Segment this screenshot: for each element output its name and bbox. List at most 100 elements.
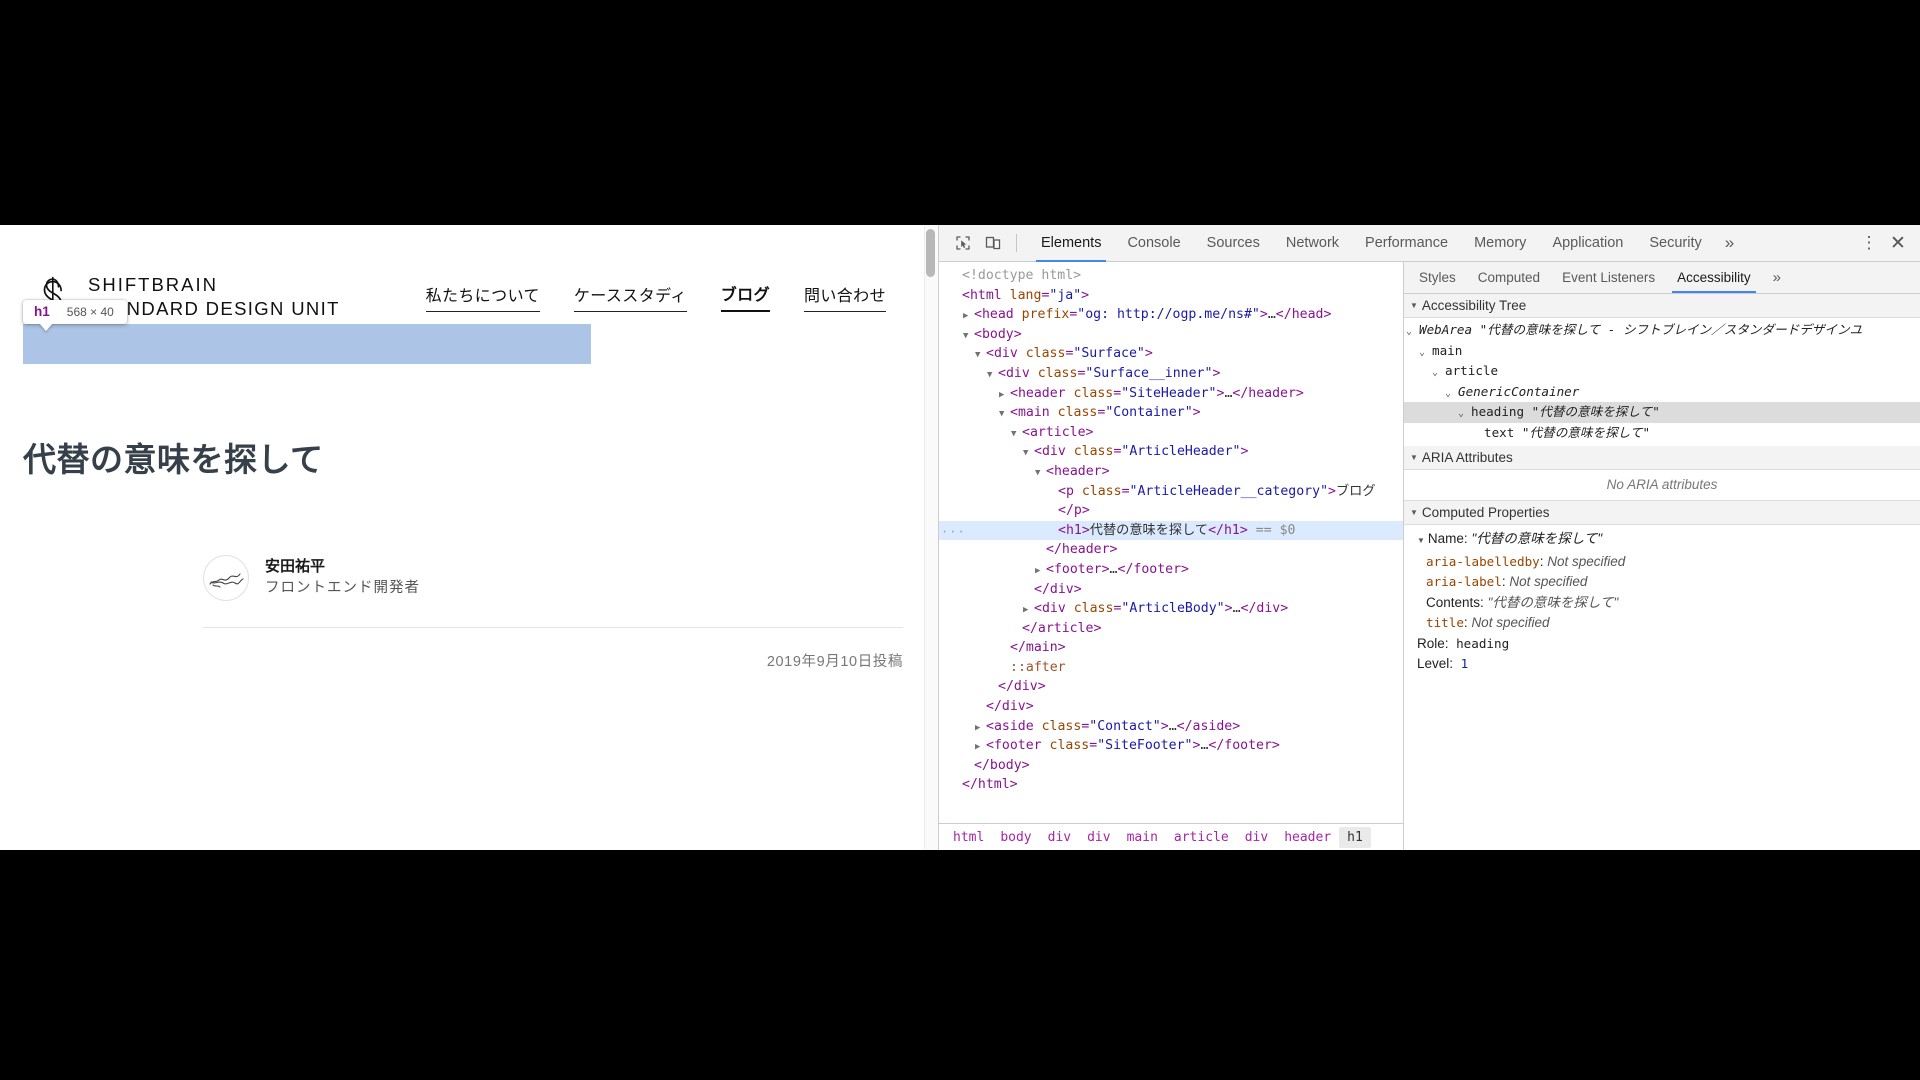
accessibility-tree-title: Accessibility Tree <box>1421 298 1527 313</box>
breadcrumb-item-h1[interactable]: h1 <box>1339 826 1371 848</box>
dom-tree-row[interactable]: <div class="Surface"> <box>939 344 1403 364</box>
dom-tree-row[interactable]: <div class="Surface__inner"> <box>939 364 1403 384</box>
dom-token-punct: > <box>1295 385 1304 401</box>
devtools-more-tabs-icon[interactable]: » <box>1715 225 1744 262</box>
dom-token-tag: h1 <box>1223 522 1240 538</box>
a11y-row[interactable]: text "代替の意味を探して" <box>1404 423 1920 444</box>
dom-token-val: "Surface__inner" <box>1085 365 1213 381</box>
collapse-triangle-icon: ▼ <box>1410 453 1418 462</box>
dom-tree-row[interactable]: <header> <box>939 462 1403 482</box>
chevron-down-icon[interactable]: ⌄ <box>1419 343 1432 364</box>
nav-item-2[interactable]: ブログ <box>720 281 770 312</box>
dom-token-punct: < <box>1022 424 1030 440</box>
devtools-tab-memory[interactable]: Memory <box>1461 225 1539 262</box>
breadcrumb-item-body[interactable]: body <box>992 827 1039 848</box>
sidebar-tab-computed[interactable]: Computed <box>1467 262 1551 293</box>
dom-token-punct: > <box>1009 777 1018 793</box>
dom-token-punct: < <box>1034 601 1042 617</box>
dom-token-punct: > <box>1101 561 1110 577</box>
a11y-role: text <box>1484 424 1515 440</box>
dom-tree-row[interactable]: </div> <box>939 580 1403 600</box>
computed-name-row[interactable]: ▼ Name: "代替の意味を探して" <box>1404 529 1920 552</box>
close-icon[interactable]: ✕ <box>1884 230 1912 256</box>
computed-properties-header[interactable]: ▼ Computed Properties <box>1404 501 1920 525</box>
breadcrumb-item-div[interactable]: div <box>1040 827 1079 848</box>
a11y-row[interactable]: ⌄ article <box>1404 361 1920 382</box>
avatar <box>203 554 249 601</box>
dom-tree-row[interactable]: </header> <box>939 540 1403 560</box>
dom-token-tag: div <box>1041 444 1066 460</box>
chevron-down-icon[interactable]: ⌄ <box>1432 363 1445 384</box>
devtools-tab-console[interactable]: Console <box>1114 225 1193 262</box>
breadcrumb-item-div[interactable]: div <box>1079 827 1118 848</box>
dom-tree-row[interactable]: </div> <box>939 697 1403 717</box>
page-scrollbar[interactable] <box>924 225 938 850</box>
devtools-tab-security[interactable]: Security <box>1636 225 1714 262</box>
accessibility-tree-header[interactable]: ▼ Accessibility Tree <box>1404 294 1920 318</box>
devtools-tab-application[interactable]: Application <box>1539 225 1636 262</box>
dom-tree-row[interactable]: </main> <box>939 638 1403 658</box>
devtools-tab-elements[interactable]: Elements <box>1028 225 1114 262</box>
computed-level-label: Level: <box>1417 656 1454 671</box>
breadcrumb-item-div[interactable]: div <box>1237 827 1276 848</box>
dom-tree-row[interactable]: <div class="ArticleHeader"> <box>939 442 1403 462</box>
dom-token-attr: class <box>1041 718 1082 734</box>
sidebar-tab-accessibility[interactable]: Accessibility <box>1666 262 1762 293</box>
chevron-down-icon[interactable]: ⌄ <box>1458 404 1471 425</box>
dom-tree-row[interactable]: <div class="ArticleBody">…</div> <box>939 599 1403 619</box>
nav-item-1[interactable]: ケーススタディ <box>573 282 687 312</box>
a11y-row[interactable]: ⌄ WebArea "代替の意味を探して - シフトブレイン／スタンダードデザイン… <box>1404 320 1920 341</box>
dom-tree-row[interactable]: <head prefix="og: http://ogp.me/ns#">…</… <box>939 305 1403 325</box>
chevron-down-icon[interactable]: ⌄ <box>1406 322 1419 343</box>
device-toolbar-icon[interactable] <box>979 230 1007 256</box>
key-value-separator: : <box>1480 594 1488 610</box>
dom-tree-row[interactable]: </p> <box>939 501 1403 521</box>
sidebar-more-tabs-icon[interactable]: » <box>1762 262 1792 293</box>
dom-token-punct: > <box>1181 561 1189 577</box>
dom-tree-row[interactable]: </div> <box>939 677 1403 697</box>
breadcrumb-item-main[interactable]: main <box>1119 827 1166 848</box>
sidebar-tab-event-listeners[interactable]: Event Listeners <box>1551 262 1666 293</box>
nav-item-3[interactable]: 問い合わせ <box>803 282 886 312</box>
toolbar-right-actions: ⋮ ✕ <box>1856 230 1912 256</box>
dom-tree-row[interactable]: <!doctype html> <box>939 266 1403 286</box>
dom-tree-row[interactable]: <aside class="Contact">…</aside> <box>939 717 1403 737</box>
dom-tree-row[interactable]: <main class="Container"> <box>939 403 1403 423</box>
dom-tree-row[interactable]: <header class="SiteHeader">…</header> <box>939 384 1403 404</box>
inspect-element-icon[interactable] <box>949 230 977 256</box>
dom-tree-row[interactable]: </html> <box>939 775 1403 795</box>
devtools-tab-sources[interactable]: Sources <box>1194 225 1273 262</box>
a11y-row-selected[interactable]: ⌄ heading "代替の意味を探して" <box>1404 402 1920 423</box>
dom-tree-row[interactable]: <footer class="SiteFooter">…</footer> <box>939 736 1403 756</box>
dom-tree-row[interactable]: <body> <box>939 325 1403 345</box>
dom-tree-row[interactable]: <article> <box>939 423 1403 443</box>
dom-token-punct: < <box>986 718 994 734</box>
collapse-triangle-icon: ▼ <box>1410 508 1418 517</box>
computed-property-value: Not specified <box>1547 553 1626 569</box>
kebab-menu-icon[interactable]: ⋮ <box>1856 230 1882 256</box>
dom-tree-row[interactable]: ::after <box>939 658 1403 678</box>
collapse-triangle-icon[interactable]: ▼ <box>1417 536 1425 545</box>
dom-token-tag: article <box>1029 424 1086 440</box>
dom-tree-row[interactable]: </article> <box>939 619 1403 639</box>
screen-root: SHIFTBRAIN STANDARD DESIGN UNIT 私たちについてケ… <box>0 0 1920 1080</box>
aria-attributes-header[interactable]: ▼ ARIA Attributes <box>1404 446 1920 470</box>
breadcrumb-item-article[interactable]: article <box>1166 827 1237 848</box>
devtools-tab-network[interactable]: Network <box>1273 225 1352 262</box>
breadcrumb-item-header[interactable]: header <box>1276 827 1339 848</box>
dom-tree-row-selected[interactable]: ··· <h1>代替の意味を探して</h1> == $0 <box>939 520 1403 541</box>
a11y-row[interactable]: ⌄ GenericContainer <box>1404 382 1920 403</box>
dom-tree-row[interactable]: <footer>…</footer> <box>939 560 1403 580</box>
breadcrumb-item-html[interactable]: html <box>945 827 992 848</box>
page-scrollbar-thumb[interactable] <box>926 229 935 277</box>
dom-tree-row[interactable]: </body> <box>939 756 1403 776</box>
dom-tree-row[interactable]: <p class="ArticleHeader__category">ブログ <box>939 482 1403 502</box>
chevron-down-icon[interactable]: ⌄ <box>1445 384 1458 405</box>
a11y-row[interactable]: ⌄ main <box>1404 341 1920 362</box>
dom-token-punct: > <box>1160 718 1169 734</box>
dom-tree-row[interactable]: <html lang="ja"> <box>939 286 1403 306</box>
devtools-tab-performance[interactable]: Performance <box>1352 225 1461 262</box>
dom-token-attr: class <box>1057 405 1098 421</box>
sidebar-tab-styles[interactable]: Styles <box>1408 262 1467 293</box>
nav-item-0[interactable]: 私たちについて <box>425 282 540 312</box>
